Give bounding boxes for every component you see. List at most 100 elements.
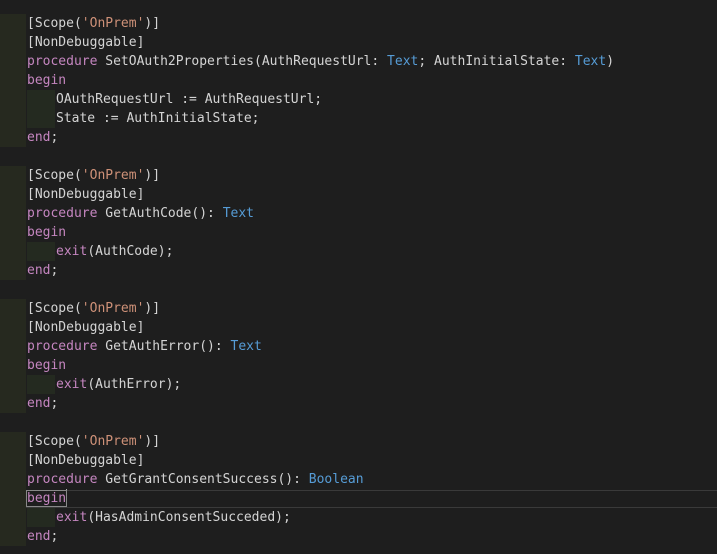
code-line[interactable]: [NonDebuggable] bbox=[0, 185, 717, 204]
code-token: exit bbox=[56, 244, 88, 259]
code-token: begin bbox=[25, 490, 68, 507]
code-line[interactable]: end; bbox=[0, 527, 717, 546]
code-token: (AuthError); bbox=[87, 377, 182, 392]
code-line[interactable]: [Scope('OnPrem')] bbox=[0, 14, 717, 33]
code-text: procedure GetAuthError(): Text bbox=[27, 337, 262, 356]
code-token: Text bbox=[387, 54, 419, 69]
line-change-marker bbox=[0, 470, 26, 489]
code-token: State := AuthInitialState; bbox=[56, 111, 260, 126]
code-token: exit bbox=[56, 377, 88, 392]
code-token: (AuthCode); bbox=[87, 244, 174, 259]
indent-guide bbox=[27, 375, 55, 394]
code-token: begin bbox=[27, 225, 67, 240]
code-text: exit(HasAdminConsentSucceded); bbox=[56, 508, 291, 527]
code-token: )] bbox=[144, 434, 161, 449]
code-line[interactable] bbox=[0, 147, 717, 166]
line-change-marker bbox=[0, 52, 26, 71]
line-change-marker bbox=[0, 204, 26, 223]
code-line[interactable]: [Scope('OnPrem')] bbox=[0, 166, 717, 185]
code-text: end; bbox=[27, 394, 58, 413]
code-text: [Scope('OnPrem')] bbox=[27, 14, 160, 33]
line-change-marker bbox=[0, 185, 26, 204]
code-token: procedure bbox=[27, 339, 98, 354]
code-text: [Scope('OnPrem')] bbox=[27, 166, 160, 185]
code-token: [Scope( bbox=[27, 168, 82, 183]
code-token: [NonDebuggable] bbox=[27, 453, 145, 468]
code-token: ; AuthInitialState: bbox=[418, 54, 575, 69]
code-text: [NonDebuggable] bbox=[27, 33, 144, 52]
code-text: exit(AuthCode); bbox=[56, 242, 173, 261]
code-line[interactable]: end; bbox=[0, 128, 717, 147]
code-line[interactable]: begin bbox=[0, 71, 717, 90]
code-text: [NonDebuggable] bbox=[27, 318, 144, 337]
code-line[interactable]: [NonDebuggable] bbox=[0, 33, 717, 52]
code-line[interactable] bbox=[0, 413, 717, 432]
code-token: SetOAuth2Properties(AuthRequestUrl: bbox=[97, 54, 388, 69]
code-text: [Scope('OnPrem')] bbox=[27, 299, 160, 318]
code-text: procedure SetOAuth2Properties(AuthReques… bbox=[27, 52, 614, 71]
line-change-marker bbox=[0, 280, 26, 299]
code-token: ; bbox=[50, 529, 59, 544]
code-line[interactable]: end; bbox=[0, 261, 717, 280]
code-line[interactable]: [NonDebuggable] bbox=[0, 451, 717, 470]
code-token: 'OnPrem' bbox=[81, 301, 145, 316]
code-line[interactable] bbox=[0, 280, 717, 299]
line-change-marker bbox=[0, 71, 26, 90]
code-token: ) bbox=[606, 54, 615, 69]
code-line[interactable]: [NonDebuggable] bbox=[0, 318, 717, 337]
line-change-marker bbox=[0, 508, 26, 527]
indent-guide bbox=[27, 109, 55, 128]
code-token: 'OnPrem' bbox=[81, 434, 145, 449]
line-change-marker bbox=[0, 299, 26, 318]
code-line[interactable]: [Scope('OnPrem')] bbox=[0, 299, 717, 318]
line-change-marker bbox=[0, 527, 26, 546]
code-text: end; bbox=[27, 527, 58, 546]
code-line[interactable]: exit(AuthError); bbox=[0, 375, 717, 394]
code-line[interactable]: procedure SetOAuth2Properties(AuthReques… bbox=[0, 52, 717, 71]
line-change-marker bbox=[0, 356, 26, 375]
line-change-marker bbox=[0, 166, 26, 185]
line-change-marker bbox=[0, 489, 26, 508]
code-line[interactable]: end; bbox=[0, 394, 717, 413]
code-line[interactable]: exit(HasAdminConsentSucceded); bbox=[0, 508, 717, 527]
code-line[interactable]: [Scope('OnPrem')] bbox=[0, 432, 717, 451]
code-text: end; bbox=[27, 261, 58, 280]
code-text: begin bbox=[27, 71, 66, 90]
line-change-marker bbox=[0, 90, 26, 109]
code-line[interactable]: State := AuthInitialState; bbox=[0, 109, 717, 128]
code-line[interactable]: OAuthRequestUrl := AuthRequestUrl; bbox=[0, 90, 717, 109]
code-text: State := AuthInitialState; bbox=[56, 109, 260, 128]
code-line[interactable]: procedure GetGrantConsentSuccess(): Bool… bbox=[0, 470, 717, 489]
code-token: ; bbox=[50, 396, 59, 411]
line-change-marker bbox=[0, 337, 26, 356]
code-token: begin bbox=[27, 73, 67, 88]
code-token: 'OnPrem' bbox=[81, 168, 145, 183]
code-line[interactable]: begin bbox=[0, 223, 717, 242]
line-change-marker bbox=[0, 261, 26, 280]
code-text: begin bbox=[25, 489, 68, 508]
line-change-marker bbox=[0, 432, 26, 451]
code-token: (HasAdminConsentSucceded); bbox=[87, 510, 291, 525]
code-token: Text bbox=[574, 54, 607, 69]
code-token: end bbox=[27, 130, 51, 145]
line-change-marker bbox=[0, 223, 26, 242]
code-token: OAuthRequestUrl := AuthRequestUrl; bbox=[56, 92, 323, 107]
code-text: exit(AuthError); bbox=[56, 375, 181, 394]
code-token: end bbox=[27, 263, 51, 278]
code-token: end bbox=[27, 529, 51, 544]
code-token: Boolean bbox=[308, 472, 364, 487]
line-change-marker bbox=[0, 128, 26, 147]
code-line[interactable]: exit(AuthCode); bbox=[0, 242, 717, 261]
code-token: GetAuthCode(): bbox=[97, 206, 223, 221]
code-token: [NonDebuggable] bbox=[27, 35, 145, 50]
code-token: [Scope( bbox=[27, 434, 82, 449]
code-text: [Scope('OnPrem')] bbox=[27, 432, 160, 451]
code-line[interactable]: procedure GetAuthError(): Text bbox=[0, 337, 717, 356]
code-line[interactable]: begin bbox=[0, 356, 717, 375]
code-line[interactable]: procedure GetAuthCode(): Text bbox=[0, 204, 717, 223]
code-token: procedure bbox=[27, 54, 98, 69]
code-line[interactable]: begin bbox=[0, 489, 717, 508]
code-token: [NonDebuggable] bbox=[27, 320, 145, 335]
code-editor[interactable]: [Scope('OnPrem')] [NonDebuggable] procedur… bbox=[0, 0, 717, 554]
code-token: [Scope( bbox=[27, 16, 82, 31]
